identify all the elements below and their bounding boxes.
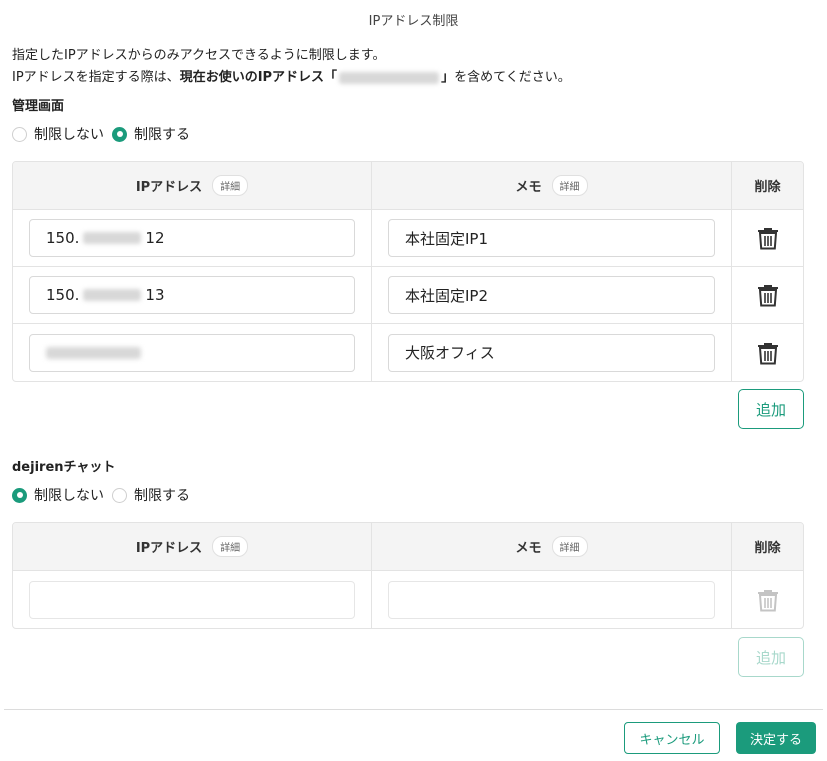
ip-prefix: 150.	[46, 229, 80, 247]
dialog-title: IPアドレス制限	[368, 14, 459, 29]
ip-input[interactable]: 150. 12	[29, 219, 355, 257]
admin-radio-restrict[interactable]: 制限する	[112, 124, 190, 144]
description-line-1: 指定したIPアドレスからのみアクセスできるように制限します。	[12, 48, 386, 63]
radio-label: 制限する	[134, 127, 190, 143]
ip-redacted	[83, 289, 142, 301]
radio-unchecked-icon	[12, 126, 27, 142]
trash-icon[interactable]	[757, 226, 779, 250]
ip-input[interactable]	[29, 580, 355, 619]
header-memo-label: メモ	[515, 541, 542, 556]
trash-icon[interactable]	[757, 283, 779, 307]
header-delete: 削除	[754, 180, 781, 195]
radio-checked-icon	[112, 126, 127, 142]
ip-input[interactable]: 150. 13	[29, 276, 355, 314]
confirm-button[interactable]: 決定する	[736, 722, 816, 754]
table-header: IPアドレス 詳細 メモ 詳細 削除	[13, 162, 803, 210]
current-ip-label: 現在お使いのIPアドレス「	[179, 70, 338, 85]
chat-radio-restrict[interactable]: 制限する	[112, 485, 190, 505]
header-ip: IPアドレス 詳細	[13, 523, 372, 570]
ip-suffix: 12	[145, 229, 165, 247]
admin-section-title: 管理画面	[12, 99, 65, 114]
chat-ip-table: IPアドレス 詳細 メモ 詳細 削除	[12, 522, 804, 629]
chat-radio-no-restrict[interactable]: 制限しない	[12, 485, 104, 505]
ip-detail-badge[interactable]: 詳細	[212, 536, 249, 557]
chat-add-button[interactable]: 追加	[738, 637, 804, 677]
chat-section-title: dejirenチャット	[12, 460, 116, 475]
ip-detail-badge[interactable]: 詳細	[212, 175, 249, 196]
header-ip: IPアドレス 詳細	[13, 162, 372, 209]
admin-radio-no-restrict[interactable]: 制限しない	[12, 124, 104, 144]
memo-input[interactable]	[388, 580, 715, 619]
admin-radio-group: 制限しない 制限する	[12, 124, 198, 144]
trash-icon[interactable]	[757, 341, 779, 365]
current-ip-redacted	[339, 71, 440, 84]
admin-add-button[interactable]: 追加	[738, 389, 804, 429]
memo-detail-badge[interactable]: 詳細	[551, 536, 588, 557]
description-suffix: を含めてください。	[454, 70, 571, 85]
memo-input[interactable]: 本社固定IP1	[388, 219, 715, 257]
header-memo-label: メモ	[515, 180, 542, 195]
radio-label: 制限しない	[34, 488, 104, 504]
memo-input[interactable]: 本社固定IP2	[388, 276, 715, 314]
table-row: 150. 12 本社固定IP1	[13, 210, 803, 267]
footer-divider	[4, 709, 823, 710]
memo-detail-badge[interactable]: 詳細	[551, 175, 588, 196]
ip-redacted	[46, 346, 141, 359]
ip-prefix: 150.	[46, 286, 80, 304]
trash-icon[interactable]	[757, 588, 779, 612]
ip-input[interactable]	[29, 333, 355, 372]
table-row: 150. 13 本社固定IP2	[13, 267, 803, 324]
header-memo: メモ 詳細	[372, 523, 732, 570]
ip-suffix: 13	[145, 286, 165, 304]
header-delete: 削除	[754, 541, 781, 556]
header-ip-label: IPアドレス	[135, 541, 203, 556]
admin-ip-table: IPアドレス 詳細 メモ 詳細 削除 150. 12 本社固定IP1 150. 13	[12, 161, 804, 382]
radio-unchecked-icon	[112, 487, 127, 503]
table-row: 大阪オフィス	[13, 324, 803, 381]
table-row	[13, 571, 803, 628]
radio-label: 制限する	[134, 488, 190, 504]
ip-redacted	[83, 232, 142, 244]
radio-label: 制限しない	[34, 127, 104, 143]
description-prefix: IPアドレスを指定する際は、	[12, 70, 180, 85]
current-ip-close: 」	[441, 70, 455, 85]
description-line-2: IPアドレスを指定する際は、現在お使いのIPアドレス「 」を含めてください。	[12, 66, 571, 85]
table-header: IPアドレス 詳細 メモ 詳細 削除	[13, 523, 803, 571]
header-memo: メモ 詳細	[372, 162, 732, 209]
cancel-button[interactable]: キャンセル	[624, 722, 720, 754]
chat-radio-group: 制限しない 制限する	[12, 485, 198, 505]
header-ip-label: IPアドレス	[135, 180, 203, 195]
radio-checked-icon	[12, 487, 27, 503]
memo-input[interactable]: 大阪オフィス	[388, 333, 715, 372]
